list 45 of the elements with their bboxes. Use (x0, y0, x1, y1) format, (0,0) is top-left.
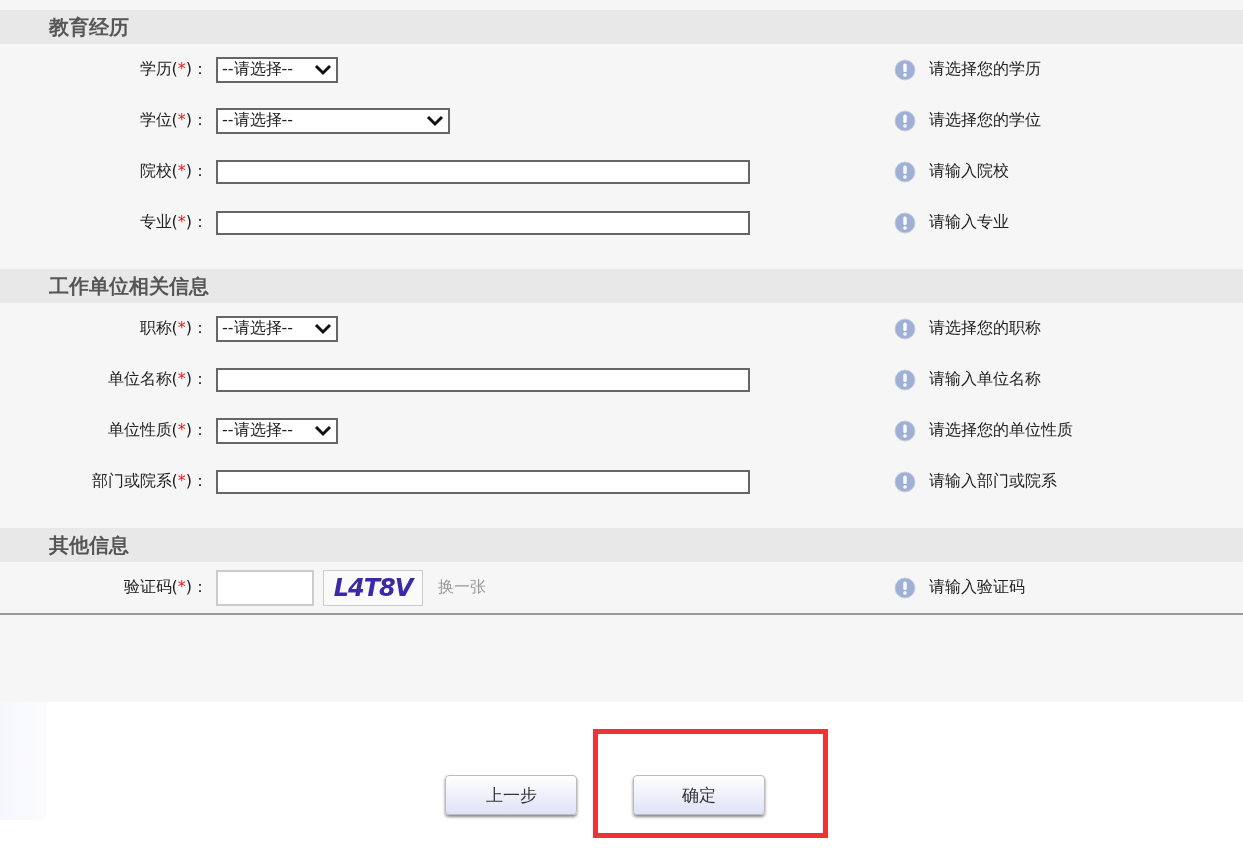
hint-text: 请输入院校 (929, 161, 1009, 182)
info-icon (894, 576, 916, 599)
hint-text: 请输入验证码 (929, 577, 1025, 598)
info-icon (894, 160, 916, 183)
hint-text: 请输入部门或院系 (929, 471, 1057, 492)
field-label: 验证码(*)： (123, 577, 208, 596)
hint-text: 请选择您的学位 (929, 110, 1041, 131)
input-field[interactable] (216, 469, 750, 494)
field-label: 职称(*)： (139, 318, 208, 337)
captcha-image: L4T8V (323, 569, 423, 606)
info-icon (894, 470, 916, 493)
info-icon (894, 58, 916, 81)
hint-text: 请输入单位名称 (929, 369, 1041, 390)
chevron-down-icon (426, 114, 444, 127)
field-label: 院校(*)： (139, 161, 208, 180)
field-label: 学位(*)： (139, 110, 208, 129)
select-field[interactable]: --请选择-- (216, 107, 450, 134)
hint-text: 请选择您的学历 (929, 59, 1041, 80)
field-label: 单位性质(*)： (107, 420, 208, 439)
select-field[interactable]: --请选择-- (216, 56, 338, 83)
select-field[interactable]: --请选择-- (216, 315, 338, 342)
section-title: 工作单位相关信息 (49, 272, 209, 300)
chevron-down-icon (314, 424, 332, 437)
hint-text: 请选择您的职称 (929, 318, 1041, 339)
input-field[interactable] (216, 159, 750, 184)
form-button[interactable]: 确定 (633, 775, 765, 815)
info-icon (894, 317, 916, 340)
info-icon (894, 368, 916, 391)
hint-text: 请选择您的单位性质 (929, 420, 1073, 441)
select-field[interactable]: --请选择-- (216, 417, 338, 444)
chevron-down-icon (314, 63, 332, 76)
info-icon (894, 419, 916, 442)
field-label: 部门或院系(*)： (91, 471, 208, 490)
chevron-down-icon (314, 322, 332, 335)
form-button[interactable]: 上一步 (445, 775, 577, 815)
input-field[interactable] (216, 367, 750, 392)
section-title: 其他信息 (49, 531, 129, 559)
field-label: 学历(*)： (139, 59, 208, 78)
field-label: 单位名称(*)： (107, 369, 208, 388)
info-icon (894, 109, 916, 132)
field-label: 专业(*)： (139, 212, 208, 231)
section-title: 教育经历 (49, 13, 129, 41)
input-field[interactable] (216, 210, 750, 235)
hint-text: 请输入专业 (929, 212, 1009, 233)
info-icon (894, 211, 916, 234)
